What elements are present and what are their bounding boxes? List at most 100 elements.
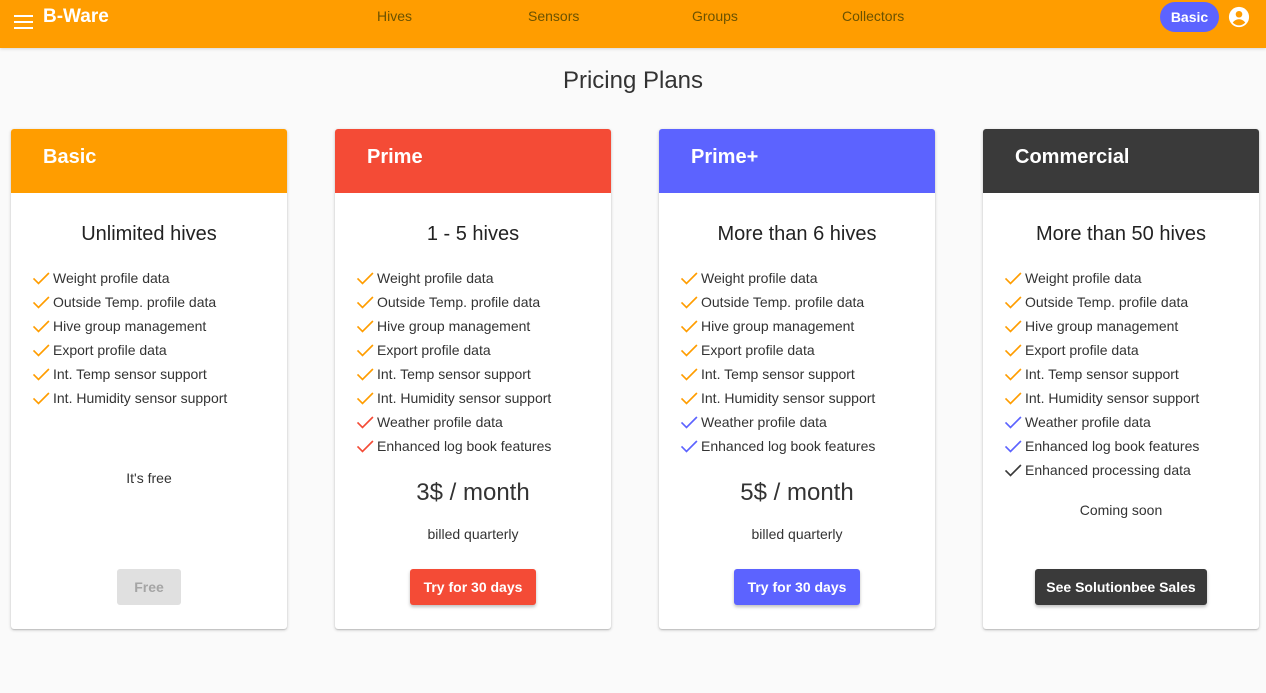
feature-label: Export profile data bbox=[377, 342, 491, 358]
check-icon bbox=[680, 368, 698, 381]
check-icon bbox=[680, 440, 698, 453]
check-icon bbox=[1004, 392, 1022, 405]
check-icon bbox=[356, 416, 374, 429]
feature-label: Outside Temp. profile data bbox=[53, 294, 217, 310]
nav-collectors[interactable]: Collectors bbox=[842, 8, 904, 24]
check-icon bbox=[680, 392, 698, 405]
feature-label: Hive group management bbox=[701, 318, 855, 334]
feature-item: Hive group management bbox=[679, 314, 875, 338]
feature-item: Hive group management bbox=[355, 314, 551, 338]
app-brand[interactable]: B-Ware bbox=[43, 6, 109, 28]
contact-sales-button[interactable]: See Solutionbee Sales bbox=[1035, 569, 1207, 605]
price-note: Coming soon bbox=[1079, 502, 1163, 518]
plan-header: Basic bbox=[11, 129, 287, 193]
feature-item: Enhanced processing data bbox=[1003, 458, 1199, 482]
feature-label: Hive group management bbox=[377, 318, 531, 334]
plan-hive-range: More than 50 hives bbox=[1035, 223, 1207, 245]
feature-item: Weather profile data bbox=[679, 410, 875, 434]
feature-label: Int. Humidity sensor support bbox=[377, 390, 552, 406]
feature-label: Weight profile data bbox=[377, 270, 494, 286]
feature-item: Int. Humidity sensor support bbox=[679, 386, 875, 410]
nav-groups[interactable]: Groups bbox=[692, 8, 738, 24]
feature-item: Outside Temp. profile data bbox=[355, 290, 551, 314]
check-icon bbox=[680, 344, 698, 357]
feature-label: Weight profile data bbox=[1025, 270, 1142, 286]
check-icon bbox=[680, 272, 698, 285]
feature-item: Hive group management bbox=[1003, 314, 1199, 338]
feature-item: Int. Humidity sensor support bbox=[355, 386, 551, 410]
feature-label: Hive group management bbox=[53, 318, 207, 334]
feature-label: Int. Temp sensor support bbox=[1025, 366, 1179, 382]
feature-label: Outside Temp. profile data bbox=[377, 294, 541, 310]
feature-item: Int. Temp sensor support bbox=[679, 362, 875, 386]
feature-label: Enhanced log book features bbox=[701, 438, 876, 454]
account-circle-icon[interactable] bbox=[1228, 6, 1250, 28]
plan-hive-range: More than 6 hives bbox=[717, 223, 877, 245]
plan-price: 3$ / month bbox=[416, 479, 530, 506]
feature-item: Int. Temp sensor support bbox=[355, 362, 551, 386]
feature-label: Weather profile data bbox=[1025, 414, 1151, 430]
feature-item: Hive group management bbox=[31, 314, 227, 338]
check-icon bbox=[680, 320, 698, 333]
feature-item: Weight profile data bbox=[31, 266, 227, 290]
billing-note: billed quarterly bbox=[751, 526, 843, 542]
plan-card-basic: Basic Unlimited hives Weight profile dat… bbox=[11, 129, 287, 629]
plan-name: Prime+ bbox=[691, 146, 759, 168]
feature-label: Enhanced log book features bbox=[377, 438, 552, 454]
feature-item: Int. Temp sensor support bbox=[31, 362, 227, 386]
top-app-bar: B-Ware Hives Sensors Groups Collectors B… bbox=[0, 0, 1266, 48]
nav-hives[interactable]: Hives bbox=[377, 8, 412, 24]
plan-price: 5$ / month bbox=[740, 479, 854, 506]
check-icon bbox=[32, 392, 50, 405]
feature-label: Enhanced processing data bbox=[1025, 462, 1191, 478]
check-icon bbox=[1004, 344, 1022, 357]
feature-item: Int. Temp sensor support bbox=[1003, 362, 1199, 386]
billing-note: billed quarterly bbox=[427, 526, 519, 542]
check-icon bbox=[1004, 296, 1022, 309]
check-icon bbox=[32, 320, 50, 333]
check-icon bbox=[32, 296, 50, 309]
feature-label: Hive group management bbox=[1025, 318, 1179, 334]
plan-header: Prime+ bbox=[659, 129, 935, 193]
feature-item: Weather profile data bbox=[1003, 410, 1199, 434]
feature-item: Export profile data bbox=[679, 338, 875, 362]
check-icon bbox=[1004, 320, 1022, 333]
plan-card-commercial: Commercial More than 50 hives Weight pro… bbox=[983, 129, 1259, 629]
feature-list: Weight profile data Outside Temp. profile… bbox=[1003, 266, 1199, 482]
check-icon bbox=[356, 320, 374, 333]
menu-icon[interactable] bbox=[13, 11, 35, 33]
feature-label: Int. Humidity sensor support bbox=[701, 390, 876, 406]
try-30-days-button[interactable]: Try for 30 days bbox=[410, 569, 536, 605]
feature-label: Int. Temp sensor support bbox=[701, 366, 855, 382]
feature-item: Enhanced log book features bbox=[355, 434, 551, 458]
feature-item: Outside Temp. profile data bbox=[679, 290, 875, 314]
plan-badge[interactable]: Basic bbox=[1160, 2, 1219, 32]
check-icon bbox=[1004, 440, 1022, 453]
check-icon bbox=[680, 416, 698, 429]
check-icon bbox=[32, 344, 50, 357]
plan-header: Commercial bbox=[983, 129, 1259, 193]
price-note: It's free bbox=[126, 470, 172, 486]
feature-list: Weight profile data Outside Temp. profile… bbox=[31, 266, 227, 410]
free-button[interactable]: Free bbox=[117, 569, 181, 605]
check-icon bbox=[356, 440, 374, 453]
feature-item: Export profile data bbox=[31, 338, 227, 362]
plan-name: Prime bbox=[367, 146, 423, 168]
feature-item: Outside Temp. profile data bbox=[1003, 290, 1199, 314]
feature-item: Weight profile data bbox=[355, 266, 551, 290]
feature-label: Int. Humidity sensor support bbox=[1025, 390, 1200, 406]
try-30-days-button[interactable]: Try for 30 days bbox=[734, 569, 860, 605]
feature-item: Int. Humidity sensor support bbox=[31, 386, 227, 410]
check-icon bbox=[680, 296, 698, 309]
page-title: Pricing Plans bbox=[562, 67, 704, 94]
feature-label: Enhanced log book features bbox=[1025, 438, 1200, 454]
nav-sensors[interactable]: Sensors bbox=[528, 8, 579, 24]
feature-label: Int. Temp sensor support bbox=[53, 366, 207, 382]
feature-label: Weight profile data bbox=[701, 270, 818, 286]
feature-item: Weight profile data bbox=[679, 266, 875, 290]
check-icon bbox=[356, 296, 374, 309]
check-icon bbox=[356, 272, 374, 285]
plan-card-prime-plus: Prime+ More than 6 hives Weight profile … bbox=[659, 129, 935, 629]
feature-label: Weight profile data bbox=[53, 270, 170, 286]
plan-card-prime: Prime 1 - 5 hives Weight profile data Out… bbox=[335, 129, 611, 629]
